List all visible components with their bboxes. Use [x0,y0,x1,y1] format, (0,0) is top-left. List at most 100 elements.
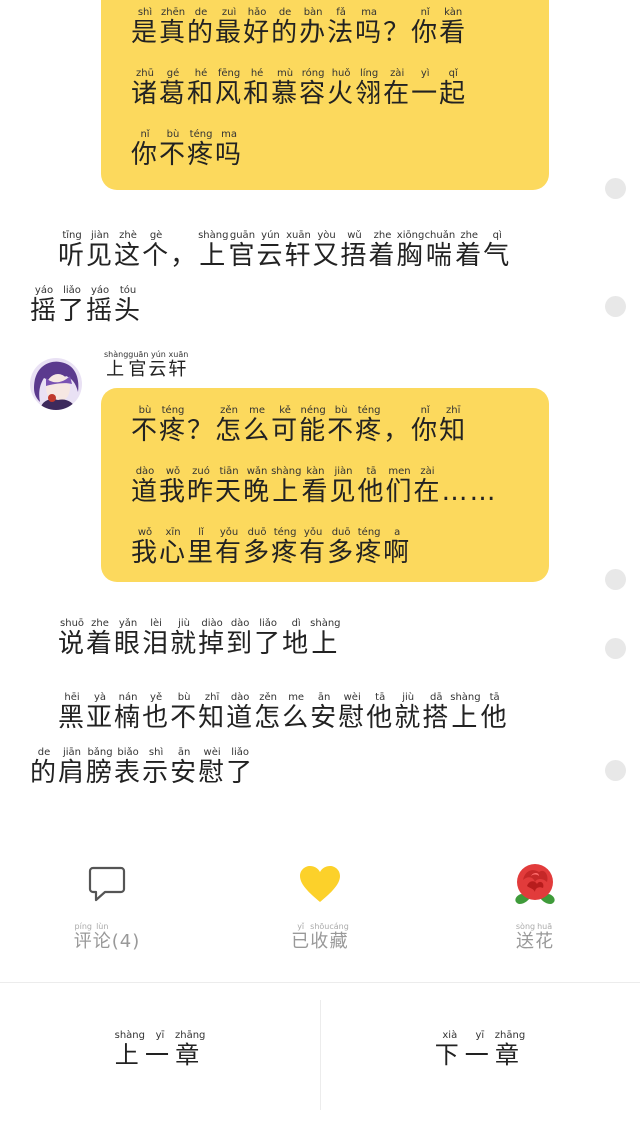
hanzi-char: 云yún [148,350,169,380]
hanzi-char: 论lùn [92,922,112,952]
hanzi-char: 泪lèi [142,618,171,659]
hanzi-char: 天tiān [215,466,244,507]
hanzi-char: 说shuō [58,618,87,659]
comment-button[interactable]: 评píng论lùn(4) [47,860,167,953]
hanzi-char: (4) [111,931,141,952]
text-line: 摇yáo了liǎo摇yáo头tóu [30,285,590,340]
hanzi-char: 我wǒ [131,527,160,568]
next-chapter-button[interactable]: 下xià一yī章zhāng [320,1030,640,1070]
hanzi-char: 多duō [327,527,356,568]
hanzi-char: 着zhe [455,230,484,271]
text-line: 说shuō着zhe眼yǎn泪lèi就jiù掉diào到dào了liǎo地dì上s… [30,618,590,673]
hanzi-char: 啊a [383,527,412,568]
hanzi-char: 到dào [226,618,255,659]
hanzi-char: 表biǎo [114,747,143,788]
hanzi-char: 一yī [144,1030,175,1069]
hanzi-char: 在zài [383,68,412,109]
hanzi-char: 怎zěn [215,405,244,446]
hanzi-char: 道dào [226,692,255,733]
avatar[interactable] [30,358,82,410]
hanzi-char: 头tóu [114,285,143,326]
hanzi-char: 昨zuó [187,466,216,507]
text-line: 的de肩jiān膀bǎng表biǎo示shì安ān慰wèi了liǎo [30,747,590,802]
hanzi-char: 轩xuān [168,350,189,380]
hanzi-char: 能néng [299,405,328,446]
hanzi-char: 捂wǔ [340,230,369,271]
hanzi-char: 们men [385,466,414,507]
text-line: 是shì真zhēn的de最zuì好hǎo的de办bàn法fǎ吗ma？你nǐ看kà… [131,4,525,65]
hanzi-char: 不bù [327,405,356,446]
hanzi-char: 官guān [128,350,149,380]
hanzi-char: 吗ma [215,129,244,170]
hanzi-char: 章zhāng [174,1030,206,1069]
text-line: 已yǐ收shōu藏cáng [260,922,380,953]
hanzi-char: 的de [30,747,59,788]
hanzi-char: 官guān [228,230,257,271]
hanzi-char: 他tā [357,466,386,507]
paragraph-comment-dot[interactable] [605,296,626,317]
hanzi-char: 的de [187,7,216,48]
hanzi-char: 疼téng [159,405,188,446]
hanzi-char [30,711,58,730]
hanzi-char: 喘chuǎn [424,230,456,271]
hanzi-char: 办bàn [299,7,328,48]
hanzi-char: 气qì [483,230,512,271]
hanzi-char: 他tā [366,692,395,733]
hanzi-char: 黑hēi [58,692,87,733]
hanzi-char: 安ān [310,692,339,733]
bubble-text: 不bù疼téng？怎zěn么me可kě能néng不bù疼téng，你nǐ知zhī… [131,402,525,585]
previous-chapter-button[interactable]: 上shàng一yī章zhāng [0,1030,320,1070]
hanzi-char: 疼téng [271,527,300,568]
hanzi-char: 亚yà [86,692,115,733]
paragraph-comment-dot[interactable] [605,638,626,659]
hanzi-char: 最zuì [215,7,244,48]
hanzi-char: 云yún [256,230,285,271]
hanzi-char: 不bù [170,692,199,733]
hanzi-char: 和hé [187,68,216,109]
narration-paragraph-1: 听tīng见jiàn这zhè个gè，上shàng官guān云yún轩xuān又y… [30,230,590,340]
hanzi-char: 知zhī [439,405,468,446]
paragraph-comment-dot[interactable] [605,760,626,781]
hanzi-char: 疼téng [355,527,384,568]
hanzi-char: 地dì [282,618,311,659]
text-line: 评píng论lùn(4) [47,922,167,953]
hanzi-char: 上shàng [271,466,302,507]
hanzi-char: 在zài [413,466,442,507]
rose-icon [475,860,595,908]
hanzi-char: 掉diào [198,618,227,659]
text-line: 听tīng见jiàn这zhè个gè，上shàng官guān云yún轩xuān又y… [30,230,590,285]
send-flower-button[interactable]: 送sòng花huā [475,860,595,953]
hanzi-char: 上shàng [450,692,481,733]
hanzi-char: 诸zhū [131,68,160,109]
hanzi-char: 胸xiōng [396,230,425,271]
hanzi-char: 上shàng [310,618,341,659]
text-line: 我wǒ心xīn里lǐ有yǒu多duō疼téng有yǒu多duō疼téng啊a [131,524,525,585]
message-bubble-1: 是shì真zhēn的de最zuì好hǎo的de办bàn法fǎ吗ma？你nǐ看kà… [101,0,549,190]
paragraph-comment-dot[interactable] [605,178,626,199]
send-flower-label: 送sòng花huā [475,922,595,953]
hanzi-char: 示shì [142,747,171,788]
hanzi-char: 也yě [142,692,171,733]
hanzi-char: 不bù [131,405,160,446]
hanzi-char: 疼téng [187,129,216,170]
speaker-name: 上shàng官guān云yún轩xuān [104,350,188,381]
hanzi-char: 着zhe [86,618,115,659]
hanzi-char: 收shōu [310,922,330,952]
hanzi-char: ， [170,241,199,271]
paragraph-comment-dot[interactable] [605,569,626,590]
text-line: 诸zhū葛gé和hé风fēng和hé慕mù容róng火huǒ翎líng在zài一… [131,65,525,126]
hanzi-char: 他tā [480,692,509,733]
hanzi-char: 着zhe [368,230,397,271]
hanzi-char: 么me [282,692,311,733]
text-line: 上shàng一yī章zhāng [0,1030,320,1070]
hanzi-char: 容róng [299,68,328,109]
hanzi-char: 晚wǎn [243,466,272,507]
speech-bubble-icon [47,860,167,908]
hanzi-char: 章zhāng [494,1030,526,1069]
hanzi-char: 安ān [170,747,199,788]
favorite-button[interactable]: 已yǐ收shōu藏cáng [260,860,380,953]
narration-paragraph-2: 说shuō着zhe眼yǎn泪lèi就jiù掉diào到dào了liǎo地dì上s… [30,618,590,673]
hanzi-char: 疼téng [355,405,384,446]
hanzi-char: 翎líng [355,68,384,109]
hanzi-char: 楠nán [114,692,143,733]
